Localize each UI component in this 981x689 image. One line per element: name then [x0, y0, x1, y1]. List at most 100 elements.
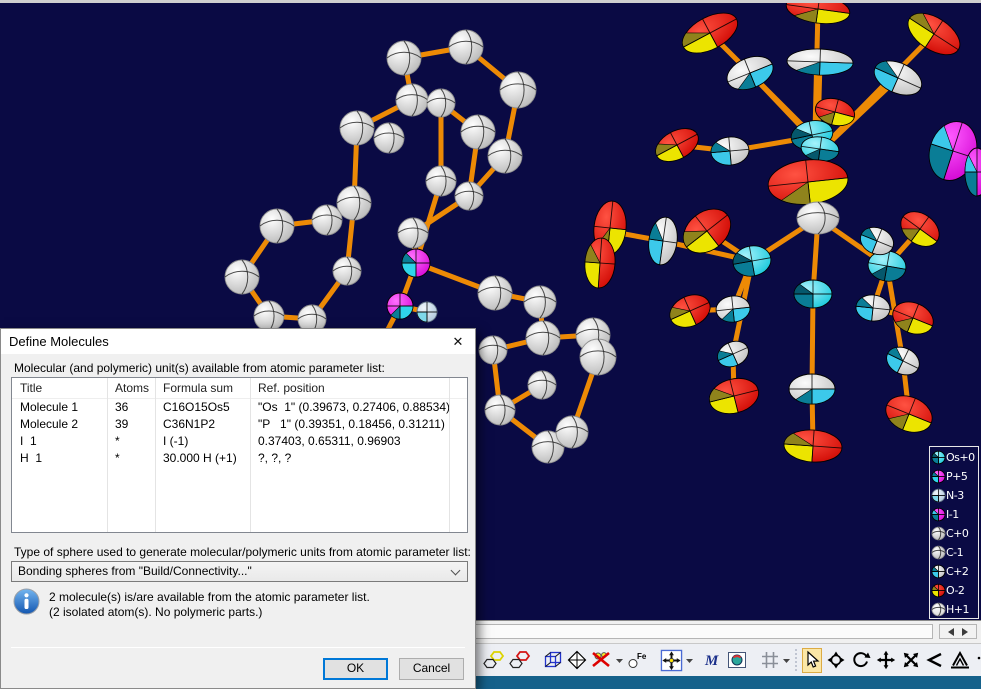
perspective-icon[interactable] — [948, 648, 972, 673]
atom-C — [254, 301, 284, 331]
divider — [11, 647, 465, 648]
molecule-m-icon[interactable]: M — [703, 648, 723, 673]
legend-item: N-3 — [930, 486, 978, 505]
atom-Os — [794, 280, 832, 308]
table-cell: I (-1) — [155, 433, 250, 450]
I-atom-icon — [931, 507, 946, 522]
legend-label: I-1 — [946, 508, 959, 521]
ok-button[interactable]: OK — [323, 658, 388, 680]
column-header: Ref. position — [250, 378, 467, 398]
atom-C — [526, 321, 560, 355]
dropdown-arrow-icon[interactable] — [615, 649, 624, 671]
legend-item: C+0 — [930, 524, 978, 543]
atom-Cw — [789, 374, 835, 404]
legend-item: C-1 — [930, 543, 978, 562]
atom-C — [932, 527, 945, 540]
legend-item: Os+0 — [930, 448, 978, 467]
scroll-left-icon[interactable] — [944, 628, 954, 636]
cancel-button[interactable]: Cancel — [399, 658, 464, 680]
column-header: Atoms — [107, 378, 155, 398]
atom-C — [312, 205, 342, 235]
legend-label: C-1 — [946, 546, 963, 559]
column-separator — [155, 378, 156, 532]
C-atom-icon — [931, 526, 946, 541]
legend-label: P+5 — [946, 470, 967, 483]
atom-C — [580, 339, 616, 375]
unit-cell-icon[interactable] — [542, 648, 564, 673]
viewport-pan-icon[interactable] — [659, 648, 684, 673]
atom-I — [932, 508, 945, 521]
legend-label: N-3 — [946, 489, 964, 502]
polyhedron-icon[interactable] — [566, 648, 588, 673]
legend-label: Os+0 — [946, 451, 975, 464]
column-separator — [250, 378, 251, 532]
atom-C — [225, 260, 259, 294]
table-cell: "Os 1" (0.39673, 0.27406, 0.88534) — [250, 399, 467, 416]
grid-icon[interactable] — [759, 648, 781, 673]
column-header: Formula sum — [155, 378, 250, 398]
chevron-down-icon — [451, 566, 461, 576]
atom-C — [426, 166, 456, 196]
atom-legend: Os+0 P+5 N-3 I-1 C+0 C-1 C+2 O-2 H+1 — [929, 446, 979, 619]
scroll-right-icon[interactable] — [962, 628, 972, 636]
atom-C — [488, 139, 522, 173]
application-window: Os+0 P+5 N-3 I-1 C+0 C-1 C+2 O-2 H+1 Fe M Define … — [0, 0, 981, 689]
atom-C — [427, 89, 455, 117]
dropdown-arrow-icon[interactable] — [782, 649, 791, 671]
hexagons-red-icon[interactable] — [508, 648, 532, 673]
close-icon[interactable]: ✕ — [441, 329, 475, 354]
molecule-list[interactable]: Title Atoms Formula sum Ref. position Mo… — [11, 377, 468, 533]
table-row[interactable]: Molecule 136C16O15Os5"Os 1" (0.39673, 0.… — [12, 399, 467, 416]
atom-C — [374, 123, 404, 153]
orbit-icon[interactable] — [824, 648, 848, 673]
legend-label: C+2 — [946, 565, 968, 578]
Os-atom-icon — [931, 450, 946, 465]
table-cell: 36 — [107, 399, 155, 416]
atom-C — [478, 276, 512, 310]
rotate-icon[interactable] — [850, 648, 872, 673]
atom-N — [932, 489, 945, 502]
table-header: Title Atoms Formula sum Ref. position — [12, 378, 467, 399]
column-separator — [449, 378, 450, 532]
table-cell: 39 — [107, 416, 155, 433]
atom-C — [398, 218, 428, 248]
table-cell: 0.37403, 0.65311, 0.96903 — [250, 433, 467, 450]
view-angle-icon[interactable] — [924, 648, 946, 673]
sphere-type-label: Type of sphere used to generate molecula… — [14, 545, 471, 559]
table-cell: C36N1P2 — [155, 416, 250, 433]
dialog-titlebar[interactable]: Define Molecules ✕ — [1, 329, 475, 354]
column-separator — [107, 378, 108, 532]
Cw-atom-icon — [931, 564, 946, 579]
dialog-title: Define Molecules — [9, 334, 109, 349]
picture-icon[interactable] — [725, 648, 749, 673]
toolbar-drag-handle[interactable] — [795, 649, 797, 671]
dropdown-value: Bonding spheres from "Build/Connectivity… — [18, 564, 252, 578]
atom-C — [337, 186, 371, 220]
P-atom-icon — [931, 469, 946, 484]
dropdown-arrow-icon[interactable] — [685, 649, 694, 671]
legend-item: H+1 — [930, 600, 978, 619]
C-atom-icon — [931, 545, 946, 560]
atom-C — [528, 371, 556, 399]
legend-label: O-2 — [946, 584, 964, 597]
table-row[interactable]: H 1*30.000 H (+1)?, ?, ? — [12, 450, 467, 467]
table-cell: Molecule 2 — [12, 416, 107, 433]
move-icon[interactable] — [874, 648, 898, 673]
spotlight-icon[interactable] — [974, 648, 981, 673]
resize-icon[interactable] — [900, 648, 922, 673]
legend-label: C+0 — [946, 527, 968, 540]
atom-C — [500, 72, 536, 108]
table-cell: 30.000 H (+1) — [155, 450, 250, 467]
atom-P — [387, 293, 413, 319]
sphere-type-dropdown[interactable]: Bonding spheres from "Build/Connectivity… — [11, 561, 468, 582]
destroy-atoms-icon[interactable] — [590, 648, 614, 673]
hexagons-yellow-icon[interactable] — [482, 648, 506, 673]
table-row[interactable]: Molecule 239C36N1P2"P 1" (0.39351, 0.184… — [12, 416, 467, 433]
fe-atom-icon[interactable]: Fe — [625, 648, 649, 673]
atom-N — [417, 302, 437, 322]
table-row[interactable]: I 1*I (-1)0.37403, 0.65311, 0.96903 — [12, 433, 467, 450]
define-molecules-dialog: Define Molecules ✕ Molecular (and polyme… — [0, 328, 476, 689]
table-cell: Molecule 1 — [12, 399, 107, 416]
pointer-icon[interactable] — [802, 648, 822, 673]
table-cell: * — [107, 433, 155, 450]
